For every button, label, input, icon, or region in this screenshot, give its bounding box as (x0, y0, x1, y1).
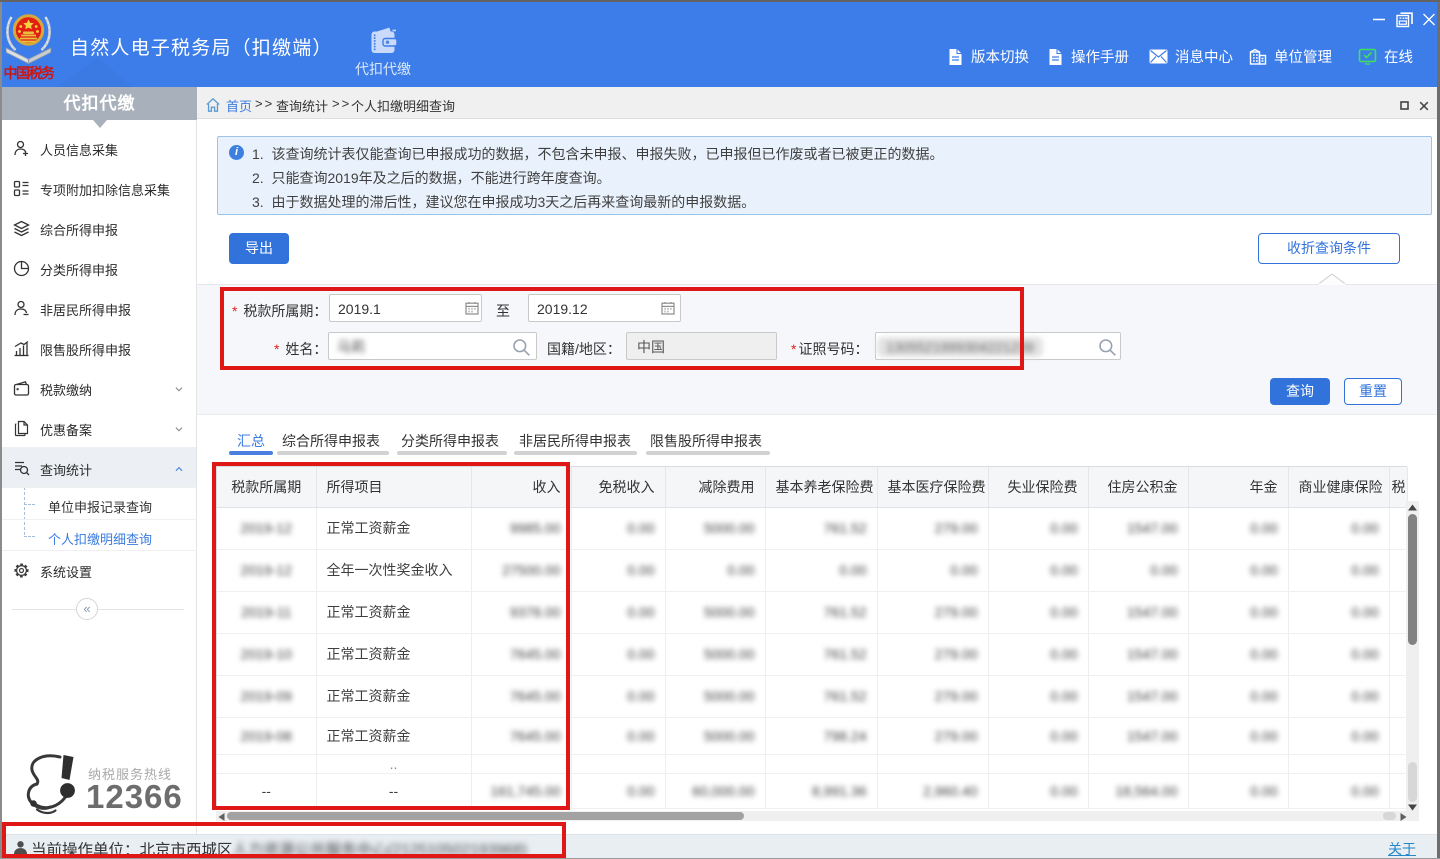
svg-text:中国税务: 中国税务 (4, 65, 54, 80)
